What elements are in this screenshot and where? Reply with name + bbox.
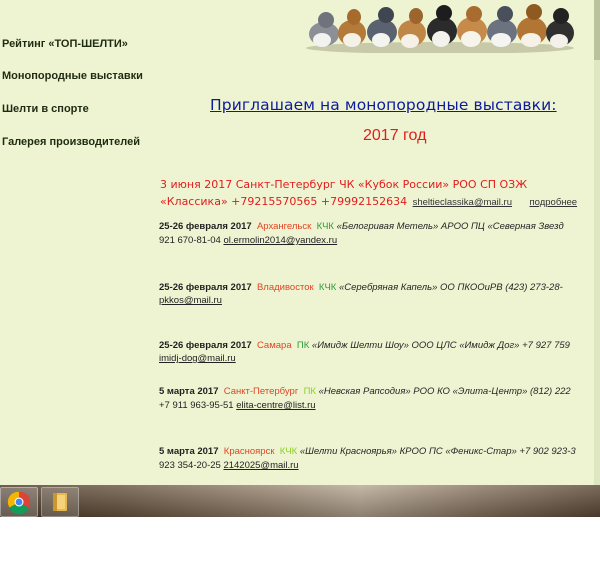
- event-city: Самара: [256, 340, 292, 351]
- event-phone: +7 911 963-95-51: [159, 400, 234, 411]
- sidebar-item-shows[interactable]: Монопородные выставки: [2, 70, 143, 82]
- event-description: «Невская Рапсодия» РОО КО «Элита-Центр» …: [318, 386, 571, 397]
- highlight-event-line1: 3 июня 2017 Санкт-Петербург ЧК «Кубок Ро…: [160, 178, 528, 191]
- sidebar-item-top-shelti-rating[interactable]: Рейтинг «ТОП-ШЕЛТИ»: [2, 38, 128, 50]
- highlight-email-link[interactable]: sheltieclassika@mail.ru: [413, 197, 512, 208]
- event-date: 5 марта 2017: [159, 386, 219, 397]
- event-contact-row: +7 911 963-95-51 elita-centre@list.ru: [159, 400, 316, 411]
- highlight-event-phones: «Классика» +79215570565 +79992152634: [160, 195, 408, 208]
- event-date: 25-26 февраля 2017: [159, 340, 252, 351]
- taskbar-shade: [0, 485, 600, 517]
- event-city: Архангельск: [256, 221, 312, 232]
- sidebar-item-sport[interactable]: Шелти в спорте: [2, 103, 89, 115]
- event-row: 25-26 февраля 2017 Владивосток КЧК «Сере…: [159, 282, 563, 293]
- event-club: ПК: [303, 386, 316, 397]
- event-contact-row: pkkos@mail.ru: [159, 295, 222, 306]
- highlight-event-line2: «Классика» +79215570565 +79992152634 she…: [160, 195, 577, 208]
- event-club: КЧК: [279, 446, 298, 457]
- web-page: Рейтинг «ТОП-ШЕЛТИ» Монопородные выставк…: [0, 0, 600, 485]
- event-club: КЧК: [316, 221, 334, 232]
- event-city: Красноярск: [223, 446, 275, 457]
- year-heading: 2017 год: [363, 127, 427, 144]
- event-contact-row: imidj-dog@mail.ru: [159, 353, 236, 364]
- event-row: 25-26 февраля 2017 Самара ПК «Имидж Шелт…: [159, 340, 570, 351]
- taskbar: [0, 485, 600, 517]
- event-city: Владивосток: [256, 282, 314, 293]
- event-club: ПК: [296, 340, 310, 351]
- sheltie-dogs-banner: [304, 0, 576, 53]
- sidebar-item-gallery[interactable]: Галерея производителей: [2, 136, 140, 148]
- event-date: 25-26 февраля 2017: [159, 282, 252, 293]
- folder-icon: [53, 493, 67, 511]
- event-row: 5 марта 2017 Красноярск КЧК «Шелти Красн…: [159, 446, 576, 457]
- event-phone: 921 670-81-04: [159, 235, 221, 246]
- event-date: 25-26 февраля 2017: [159, 221, 252, 232]
- event-row: 5 марта 2017 Санкт-Петербург ПК «Невская…: [159, 386, 571, 397]
- event-contact-row: 923 354-20-25 2142025@mail.ru: [159, 460, 299, 471]
- event-description: «Серебряная Капель» ОО ПКООиРВ (423) 273…: [338, 282, 563, 293]
- event-email-link[interactable]: elita-centre@list.ru: [236, 400, 315, 411]
- event-phone: 923 354-20-25: [159, 460, 221, 471]
- event-row: 25-26 февраля 2017 Архангельск КЧК «Бело…: [159, 221, 564, 232]
- event-city: Санкт-Петербург: [223, 386, 299, 397]
- event-description: «Белогривая Метель» АРОО ПЦ «Северная Зв…: [336, 221, 564, 232]
- event-email-link[interactable]: pkkos@mail.ru: [159, 295, 222, 306]
- taskbar-chrome-button[interactable]: [0, 487, 38, 517]
- event-email-link[interactable]: imidj-dog@mail.ru: [159, 353, 236, 364]
- event-description: «Шелти Красноярья» КРОО ПС «Феникс-Стар»…: [299, 446, 576, 457]
- more-details-link[interactable]: подробнее: [529, 197, 577, 208]
- event-date: 5 марта 2017: [159, 446, 219, 457]
- event-contact-row: 921 670-81-04 ol.ermolin2014@yandex.ru: [159, 235, 337, 246]
- vertical-scrollbar[interactable]: [594, 0, 600, 485]
- event-email-link[interactable]: 2142025@mail.ru: [223, 460, 298, 471]
- page-title[interactable]: Приглашаем на монопородные выставки:: [210, 96, 557, 114]
- event-club: КЧК: [318, 282, 337, 293]
- taskbar-folder-button[interactable]: [41, 487, 79, 517]
- chrome-icon: [7, 491, 31, 515]
- event-email-link[interactable]: ol.ermolin2014@yandex.ru: [223, 235, 337, 246]
- event-description: «Имидж Шелти Шоу» ООО ЦЛС «Имидж Дог» +7…: [311, 340, 570, 351]
